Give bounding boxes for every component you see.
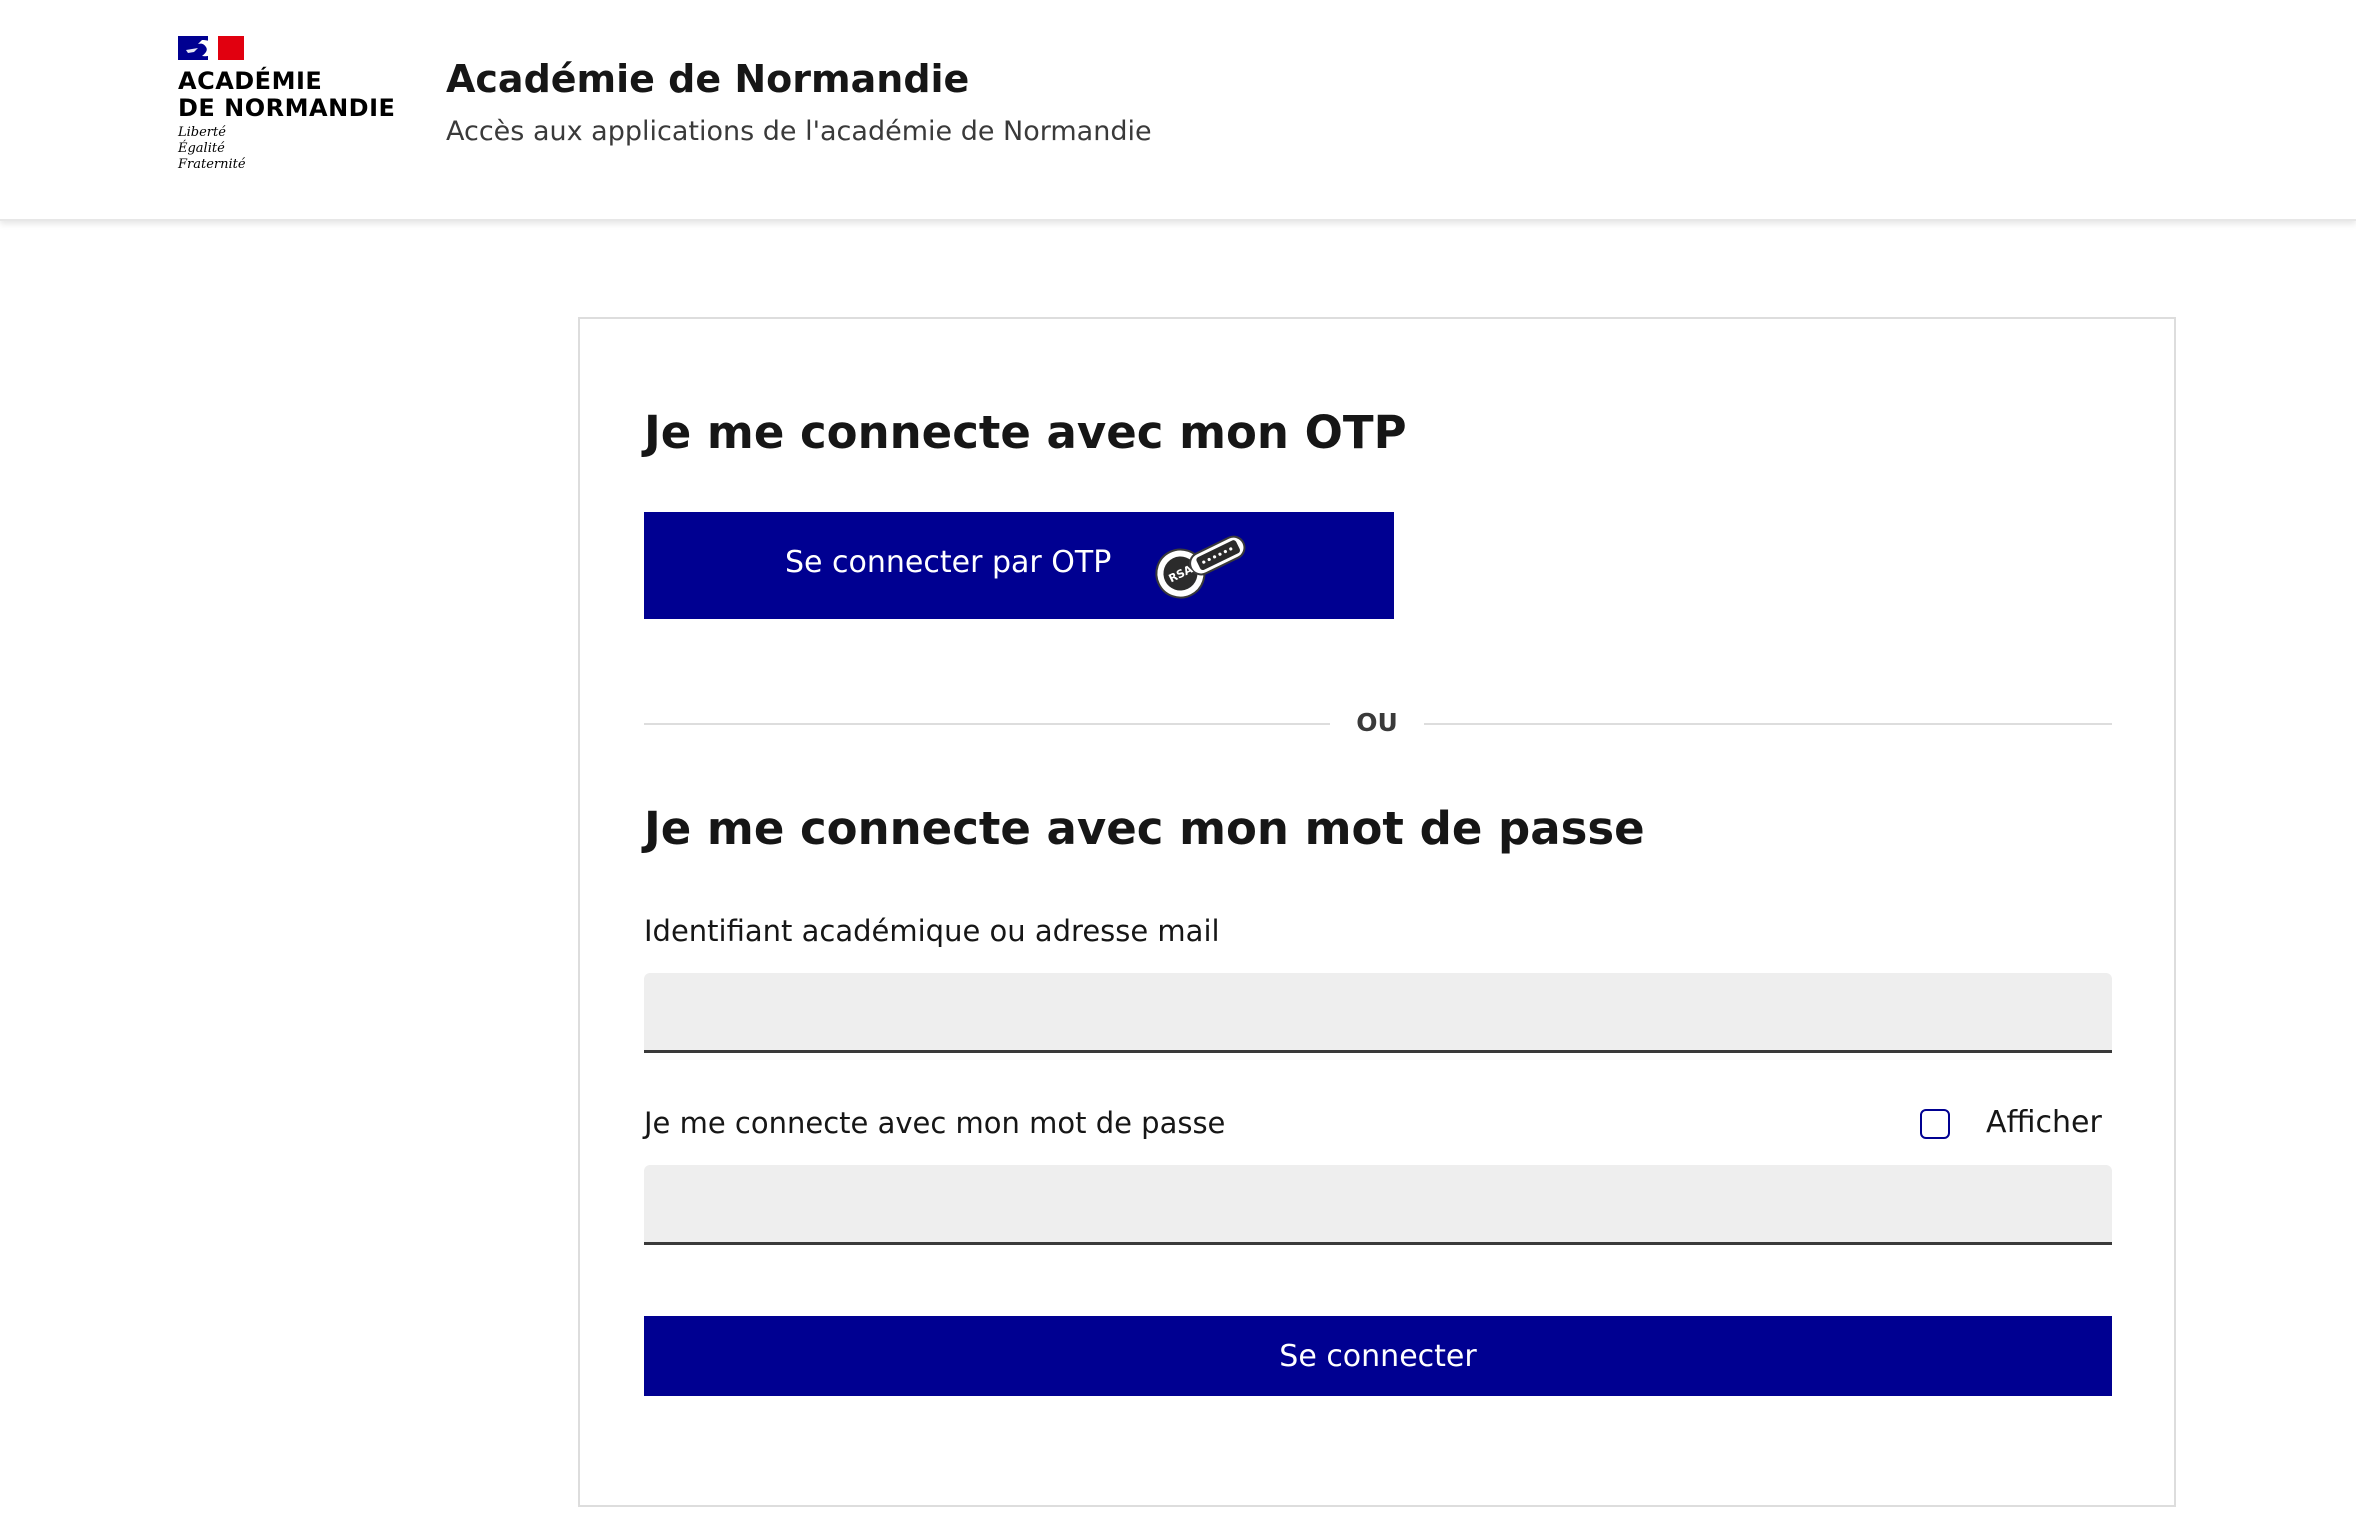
separator-text: OU xyxy=(1356,708,1398,737)
otp-login-button-label: Se connecter par OTP xyxy=(785,545,1112,580)
password-heading: Je me connecte avec mon mot de passe xyxy=(644,802,1645,855)
site-subtitle: Accès aux applications de l'académie de … xyxy=(446,116,1152,147)
otp-heading: Je me connecte avec mon OTP xyxy=(644,406,1407,459)
logo-name: Académie de Normandie xyxy=(178,68,395,122)
site-header: Académie de Normandie Liberté Égalité Fr… xyxy=(0,0,2356,221)
password-label: Je me connecte avec mon mot de passe xyxy=(644,1106,1226,1140)
site-title[interactable]: Académie de Normandie xyxy=(446,55,969,103)
motto-liberte: Liberté xyxy=(178,125,226,140)
logo-name-line1: Académie xyxy=(178,67,323,95)
separator-line-right xyxy=(1424,723,2112,725)
login-submit-button[interactable]: Se connecter xyxy=(644,1316,2112,1396)
otp-token-icon: RSA xyxy=(1155,535,1246,599)
show-password-toggle[interactable]: Afficher xyxy=(1920,1102,2112,1146)
identifier-label: Identifiant académique ou adresse mail xyxy=(644,914,1220,948)
identifier-input[interactable] xyxy=(644,973,2112,1053)
motto-egalite: Égalité xyxy=(178,141,225,156)
otp-login-button[interactable]: Se connecter par OTP RSA xyxy=(644,512,1394,619)
password-input[interactable] xyxy=(644,1165,2112,1245)
logo-motto: Liberté Égalité Fraternité xyxy=(178,125,246,173)
login-card: Je me connecte avec mon OTP Se connecter… xyxy=(578,317,2176,1507)
academie-logo[interactable]: Académie de Normandie Liberté Égalité Fr… xyxy=(176,34,396,184)
show-password-checkbox[interactable] xyxy=(1920,1109,1950,1139)
separator-line-left xyxy=(644,723,1330,725)
logo-name-line2: de Normandie xyxy=(178,94,396,122)
show-password-label[interactable]: Afficher xyxy=(1986,1104,2102,1142)
marianne-flag-icon xyxy=(178,36,244,60)
motto-fraternite: Fraternité xyxy=(178,157,246,172)
